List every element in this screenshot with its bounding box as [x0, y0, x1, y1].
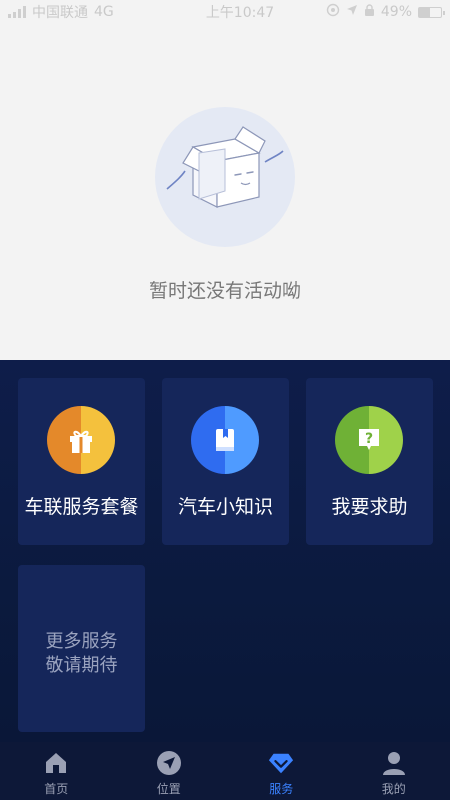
svg-text:?: ?	[365, 431, 373, 447]
more-services-line2: 敬请期待	[45, 655, 118, 676]
carrier-name: 中国联通	[32, 5, 88, 21]
user-icon	[381, 750, 407, 776]
service-card-package-label: 车联服务套餐	[24, 496, 139, 518]
home-icon	[43, 750, 69, 776]
navigation-status-icon	[346, 4, 358, 20]
empty-box-illustration	[155, 107, 295, 247]
tab-location-label: 位置	[156, 782, 181, 796]
activity-empty-area: 暂时还没有活动呦	[0, 24, 450, 360]
more-services-card: 更多服务 敬请期待	[18, 565, 145, 732]
tab-home[interactable]: 首页	[0, 742, 113, 800]
tab-services[interactable]: 服务	[225, 742, 338, 800]
tab-home-label: 首页	[44, 782, 69, 796]
battery-percent: 49%	[380, 4, 412, 20]
tab-mine-label: 我的	[381, 782, 406, 796]
bottom-tab-bar: 首页 位置 服务 我的	[0, 742, 450, 800]
lock-rotation-icon	[364, 3, 375, 21]
status-right: 49%	[302, 3, 445, 21]
service-card-help-label: 我要求助	[331, 496, 408, 518]
empty-activity-message: 暂时还没有活动呦	[148, 280, 301, 302]
service-area: 车联服务套餐 汽车小知识 ? 我要求助 更多服务 敬请期待	[0, 360, 450, 742]
service-card-knowledge[interactable]: 汽车小知识	[162, 378, 289, 545]
status-bar: 中国联通 4G 上午10:47 49%	[0, 0, 450, 24]
service-card-knowledge-label: 汽车小知识	[177, 496, 273, 518]
empty-box-icon	[166, 126, 284, 208]
signal-icon	[8, 6, 26, 18]
help-icon: ?	[335, 406, 403, 474]
location-icon	[156, 750, 182, 776]
location-status-icon	[326, 3, 340, 21]
status-time: 上午10:47	[205, 5, 275, 21]
book-icon	[191, 406, 259, 474]
more-services-line1: 更多服务	[45, 631, 118, 652]
service-card-help[interactable]: ? 我要求助	[306, 378, 433, 545]
diamond-icon	[268, 750, 294, 776]
tab-services-label: 服务	[269, 782, 294, 796]
gift-icon	[47, 406, 115, 474]
tab-mine[interactable]: 我的	[338, 742, 450, 800]
tab-location[interactable]: 位置	[113, 742, 226, 800]
network-type: 4G	[94, 4, 114, 20]
service-card-package[interactable]: 车联服务套餐	[18, 378, 145, 545]
status-left: 中国联通 4G	[8, 2, 178, 22]
battery-icon	[418, 6, 445, 18]
